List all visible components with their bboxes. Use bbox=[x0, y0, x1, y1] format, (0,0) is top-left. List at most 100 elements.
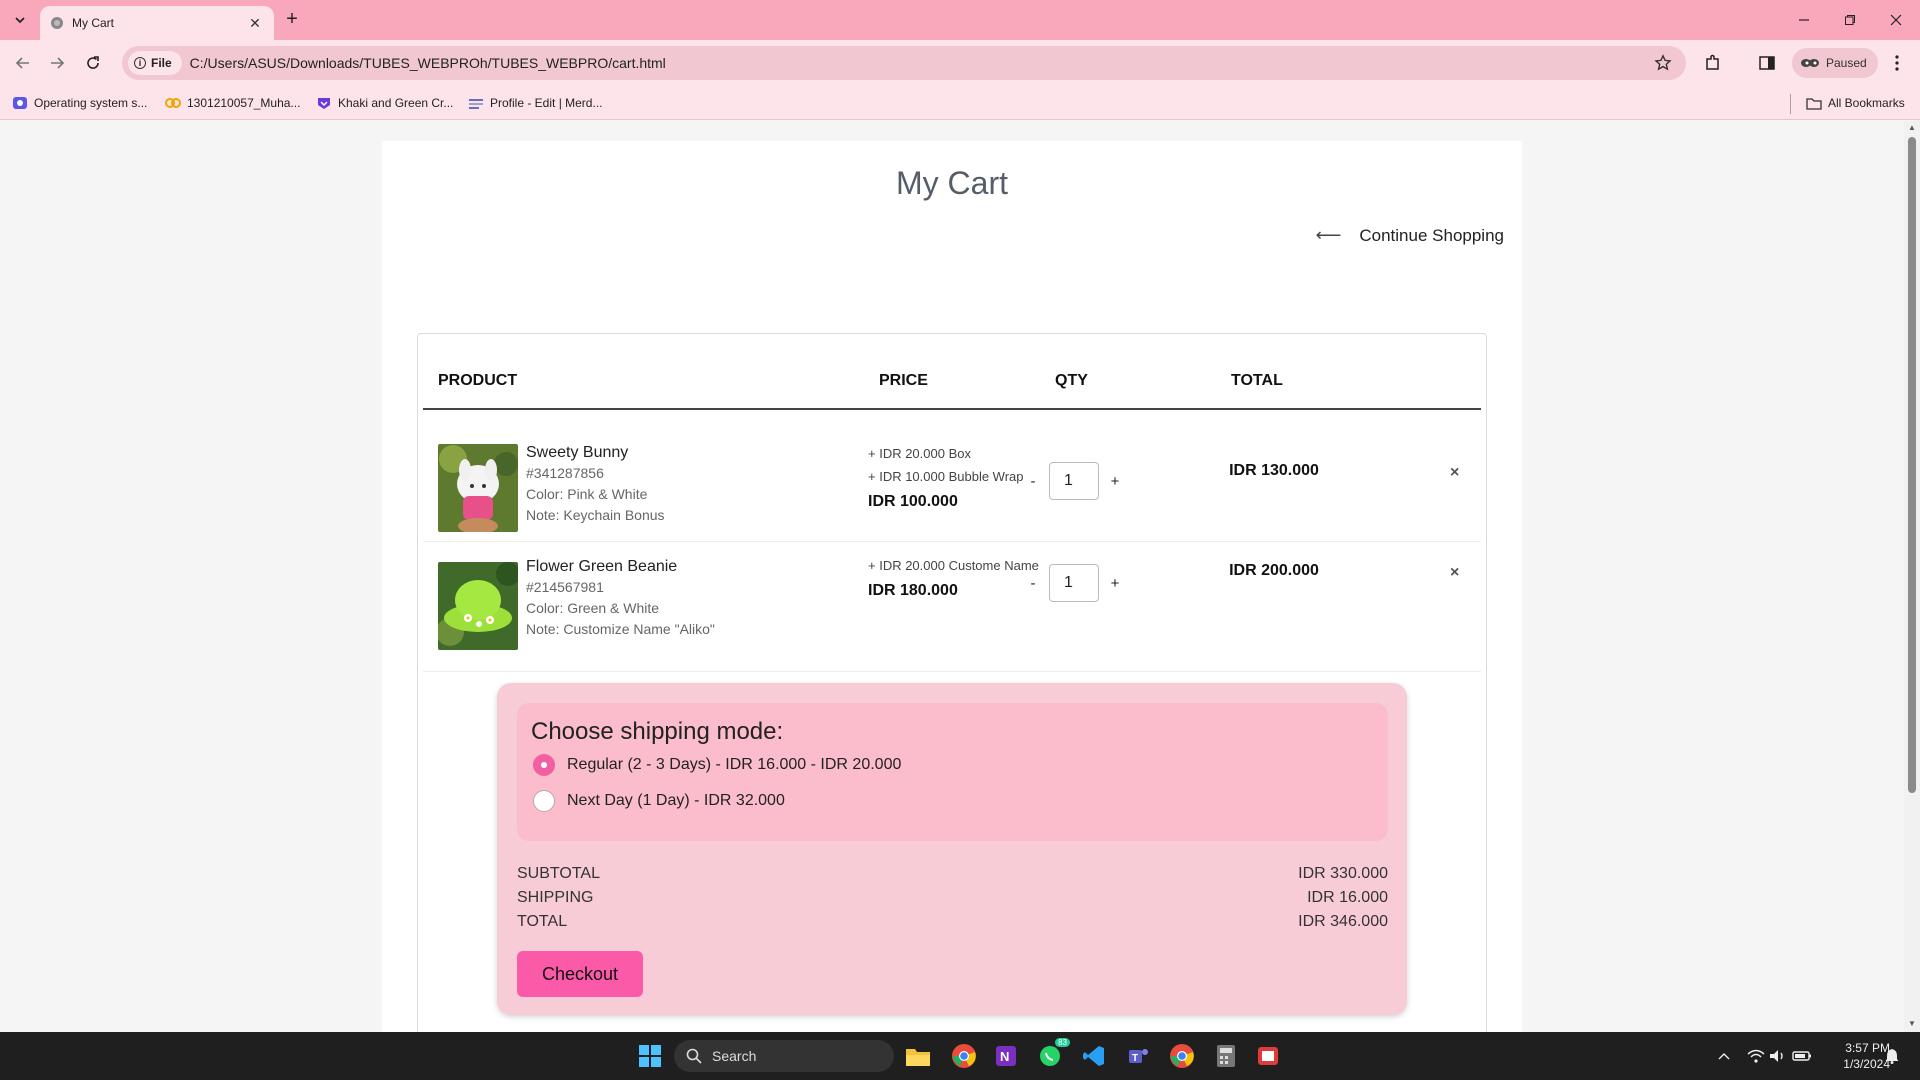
remove-item-icon[interactable]: × bbox=[1450, 564, 1459, 582]
qty-decrease-button[interactable]: - bbox=[1023, 575, 1043, 592]
svg-text:N: N bbox=[1000, 1049, 1009, 1064]
tab-title: My Cart bbox=[72, 16, 114, 30]
address-bar[interactable]: i File C:/Users/ASUS/Downloads/TUBES_WEB… bbox=[122, 46, 1686, 80]
shipping-value: IDR 16.000 bbox=[1307, 889, 1388, 906]
scroll-up-icon[interactable]: ▲ bbox=[1908, 123, 1916, 132]
price-addon: + IDR 20.000 Box bbox=[868, 446, 971, 461]
extensions-icon[interactable] bbox=[1702, 52, 1724, 74]
window-close-icon[interactable] bbox=[1886, 10, 1906, 30]
onenote-icon[interactable]: N bbox=[992, 1042, 1020, 1070]
scroll-down-icon[interactable]: ▼ bbox=[1908, 1019, 1916, 1028]
radio-unselected-icon[interactable] bbox=[533, 790, 555, 812]
start-windows-icon[interactable] bbox=[636, 1042, 664, 1070]
product-price: + IDR 20.000 Custome Name IDR 180.000 bbox=[868, 554, 1039, 602]
bookmark-item[interactable]: Profile - Edit | Merd... bbox=[468, 94, 602, 112]
url-text[interactable]: C:/Users/ASUS/Downloads/TUBES_WEBPROh/TU… bbox=[190, 55, 1654, 71]
vscode-icon[interactable] bbox=[1080, 1042, 1108, 1070]
chrome-icon[interactable] bbox=[950, 1042, 978, 1070]
header-product: PRODUCT bbox=[438, 372, 518, 389]
info-icon: i bbox=[134, 57, 146, 69]
product-price: + IDR 20.000 Box + IDR 10.000 Bubble Wra… bbox=[868, 442, 1024, 513]
all-bookmarks-button[interactable]: All Bookmarks bbox=[1806, 94, 1905, 112]
bookmark-item[interactable]: Khaki and Green Cr... bbox=[316, 94, 453, 112]
clock-time: 3:57 PM bbox=[1845, 1041, 1890, 1055]
continue-shopping-label: Continue Shopping bbox=[1359, 225, 1504, 245]
qty-increase-button[interactable]: + bbox=[1105, 473, 1125, 490]
side-panel-icon[interactable] bbox=[1756, 52, 1778, 74]
minimize-icon[interactable] bbox=[1794, 10, 1814, 30]
checkout-button[interactable]: Checkout bbox=[517, 951, 643, 997]
radio-selected-icon[interactable] bbox=[533, 754, 555, 776]
tray-chevron-up-icon[interactable] bbox=[1714, 1046, 1734, 1066]
shipping-option-label: Regular (2 - 3 Days) - IDR 16.000 - IDR … bbox=[567, 756, 902, 773]
bookmark-label: Operating system s... bbox=[34, 96, 148, 110]
search-icon bbox=[686, 1048, 702, 1064]
shipping-mode-title: Choose shipping mode: bbox=[531, 718, 784, 745]
product-note: Note: Keychain Bonus bbox=[526, 507, 665, 523]
header-total: TOTAL bbox=[1231, 372, 1283, 389]
header-qty: QTY bbox=[1055, 372, 1088, 389]
system-clock[interactable]: 3:57 PM 1/3/2024 bbox=[1820, 1040, 1890, 1072]
cart-container: My Cart ⟵ Continue Shopping PRODUCT PRIC… bbox=[382, 141, 1522, 1032]
tab-search-button[interactable] bbox=[8, 8, 32, 32]
continue-shopping-link[interactable]: ⟵ Continue Shopping bbox=[1316, 225, 1504, 246]
scrollbar-thumb[interactable] bbox=[1908, 137, 1916, 793]
tab-close-icon[interactable]: ✕ bbox=[246, 15, 264, 32]
shipping-option-next-day[interactable]: Next Day (1 Day) - IDR 32.000 bbox=[533, 790, 785, 812]
chevron-down-icon bbox=[15, 17, 25, 24]
site-info-label: File bbox=[151, 56, 172, 70]
product-name[interactable]: Sweety Bunny bbox=[526, 442, 665, 463]
row-total: IDR 130.000 bbox=[1229, 462, 1319, 479]
page-title: My Cart bbox=[896, 165, 1008, 201]
calculator-icon[interactable] bbox=[1212, 1042, 1240, 1070]
remove-item-icon[interactable]: × bbox=[1450, 464, 1459, 482]
whatsapp-icon[interactable]: 83 bbox=[1036, 1038, 1070, 1070]
site-info-chip[interactable]: i File bbox=[128, 51, 182, 75]
header-price: PRICE bbox=[879, 372, 928, 389]
qty-input[interactable]: 1 bbox=[1049, 462, 1099, 500]
product-image-flower-green-beanie bbox=[438, 562, 518, 650]
page-scrollbar[interactable]: ▲ ▼ bbox=[1904, 121, 1920, 1032]
subtotal-value: IDR 330.000 bbox=[1298, 865, 1388, 882]
qty-increase-button[interactable]: + bbox=[1105, 575, 1125, 592]
bookmark-label: Profile - Edit | Merd... bbox=[490, 96, 603, 110]
active-tab[interactable]: My Cart ✕ bbox=[40, 6, 274, 40]
restore-icon[interactable] bbox=[1840, 10, 1860, 30]
notification-bell-icon[interactable] bbox=[1882, 1046, 1902, 1066]
shipping-option-regular[interactable]: Regular (2 - 3 Days) - IDR 16.000 - IDR … bbox=[533, 754, 901, 776]
reload-icon[interactable] bbox=[82, 52, 104, 74]
product-sku: #341287856 bbox=[526, 465, 604, 481]
volume-icon[interactable] bbox=[1768, 1046, 1788, 1066]
bookmark-item[interactable]: 1301210057_Muha... bbox=[165, 94, 300, 112]
price-base: IDR 100.000 bbox=[868, 493, 958, 510]
product-sku: #214567981 bbox=[526, 579, 604, 595]
chrome-profile-icon[interactable] bbox=[1168, 1042, 1196, 1070]
row-total: IDR 200.000 bbox=[1229, 562, 1319, 579]
product-name[interactable]: Flower Green Beanie bbox=[526, 556, 715, 577]
shipping-mode-panel: Choose shipping mode: Regular (2 - 3 Day… bbox=[517, 703, 1388, 841]
bookmark-favicon-icon bbox=[316, 96, 332, 110]
forward-arrow-icon[interactable] bbox=[46, 52, 68, 74]
all-bookmarks-label: All Bookmarks bbox=[1828, 96, 1905, 110]
qty-decrease-button[interactable]: - bbox=[1023, 473, 1043, 490]
browser-tab-bar: My Cart ✕ + bbox=[0, 0, 1920, 40]
snipping-tool-icon[interactable] bbox=[1254, 1042, 1282, 1070]
teams-icon[interactable]: T bbox=[1124, 1042, 1152, 1070]
file-explorer-icon[interactable] bbox=[904, 1042, 932, 1070]
product-note: Note: Customize Name "Aliko" bbox=[526, 621, 715, 637]
table-header: PRODUCT PRICE QTY TOTAL bbox=[423, 334, 1481, 410]
battery-icon[interactable] bbox=[1792, 1046, 1812, 1066]
table-row: Flower Green Beanie #214567981 Color: Gr… bbox=[423, 542, 1481, 672]
bookmark-label: 1301210057_Muha... bbox=[187, 96, 301, 110]
bookmark-item[interactable]: Operating system s... bbox=[12, 94, 147, 112]
new-tab-button[interactable]: + bbox=[282, 9, 302, 30]
menu-kebab-icon[interactable] bbox=[1886, 52, 1908, 74]
price-base: IDR 180.000 bbox=[868, 582, 958, 599]
wifi-icon[interactable] bbox=[1746, 1046, 1766, 1066]
back-arrow-icon[interactable] bbox=[12, 52, 34, 74]
qty-input[interactable]: 1 bbox=[1049, 564, 1099, 602]
profile-button[interactable]: Paused bbox=[1792, 48, 1878, 78]
bookmark-star-icon[interactable] bbox=[1654, 54, 1672, 72]
table-row: Sweety Bunny #341287856 Color: Pink & Wh… bbox=[423, 412, 1481, 542]
taskbar-search[interactable]: Search bbox=[674, 1040, 894, 1072]
